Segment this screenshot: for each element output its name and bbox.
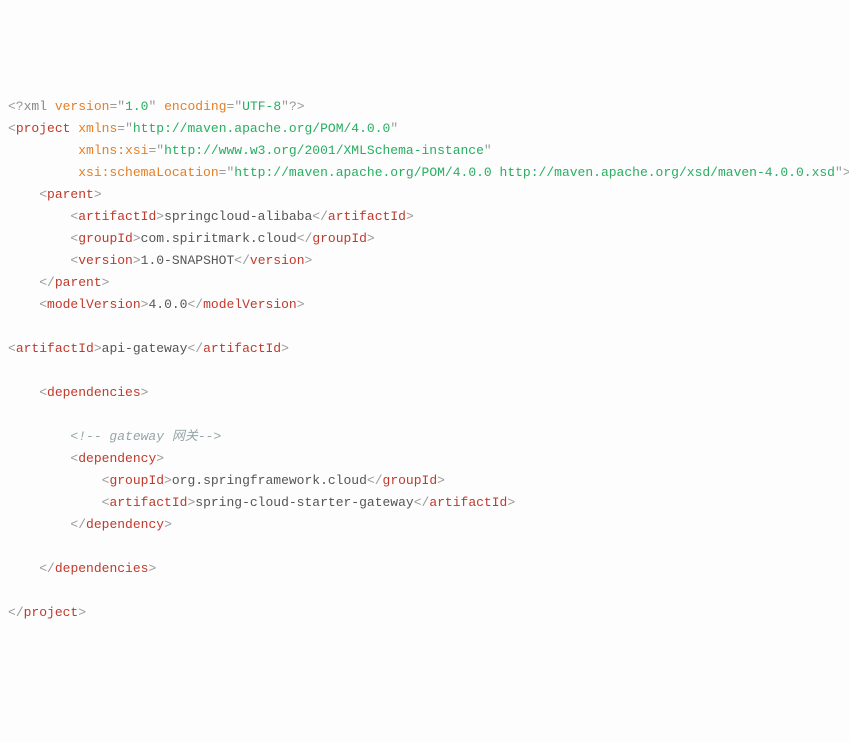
line-03: xmlns:xsi="http://www.w3.org/2001/XMLSch… (8, 143, 492, 158)
line-19: <artifactId>spring-cloud-starter-gateway… (8, 495, 515, 510)
line-16: <!-- gateway 网关--> (8, 429, 221, 444)
line-20: </dependency> (8, 517, 172, 532)
line-10: <modelVersion>4.0.0</modelVersion> (8, 297, 305, 312)
line-05: <parent> (8, 187, 102, 202)
line-02: <project xmlns="http://maven.apache.org/… (8, 121, 398, 136)
line-14: <dependencies> (8, 385, 148, 400)
line-22: </dependencies> (8, 561, 156, 576)
line-07: <groupId>com.spiritmark.cloud</groupId> (8, 231, 375, 246)
line-08: <version>1.0-SNAPSHOT</version> (8, 253, 312, 268)
line-06: <artifactId>springcloud-alibaba</artifac… (8, 209, 414, 224)
line-01: <?xml version="1.0" encoding="UTF-8"?> (8, 99, 305, 114)
code-block: <?xml version="1.0" encoding="UTF-8"?> <… (8, 96, 841, 624)
line-17: <dependency> (8, 451, 164, 466)
line-04: xsi:schemaLocation="http://maven.apache.… (8, 165, 849, 180)
line-24: </project> (8, 605, 86, 620)
line-12: <artifactId>api-gateway</artifactId> (8, 341, 289, 356)
line-09: </parent> (8, 275, 109, 290)
line-18: <groupId>org.springframework.cloud</grou… (8, 473, 445, 488)
